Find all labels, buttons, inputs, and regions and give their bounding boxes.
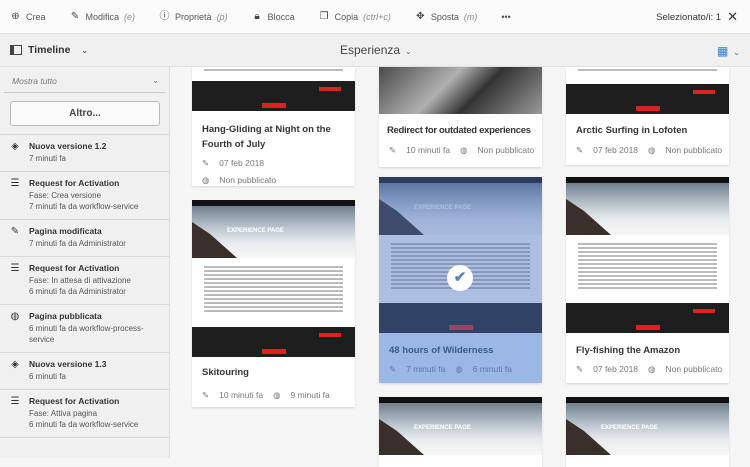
pencil-icon: ✎	[389, 364, 397, 374]
page-card[interactable]: EXPERIENCE PAGE Skitouring ✎ 10 minuti fa…	[192, 200, 355, 407]
card-view-icon: ▦	[716, 44, 729, 58]
more-button[interactable]: •••	[501, 12, 510, 22]
card-thumbnail	[192, 67, 355, 111]
workflow-icon: ☰	[10, 263, 20, 274]
pencil-icon: ✎	[202, 390, 210, 400]
properties-button[interactable]: ⓘ Proprietà (p)	[159, 11, 228, 22]
page-card[interactable]: EXPERIENCE PAGE	[379, 397, 542, 467]
card-thumbnail: EXPERIENCE PAGE	[192, 200, 355, 357]
pencil-icon: ✎	[389, 145, 397, 155]
view-switcher[interactable]: ▦ ⌄	[717, 44, 740, 58]
checkmark-icon: ✔	[447, 265, 473, 291]
layers-icon: ◈	[11, 141, 19, 152]
chevron-down-icon: ⌄	[733, 48, 740, 57]
card-title: Redirect for outdated experiences	[387, 125, 531, 136]
card-title: Skitouring	[202, 367, 249, 378]
edit-button[interactable]: ✎ Modifica (e)	[70, 11, 135, 22]
workflow-icon: ☰	[10, 396, 20, 407]
unpublished-icon: ◍	[648, 145, 656, 155]
create-button[interactable]: ⊕ Crea	[10, 11, 45, 22]
globe-icon: ◍	[10, 311, 20, 322]
page-title[interactable]: Esperienza ⌄	[340, 43, 412, 57]
move-button[interactable]: ✥ Sposta (m)	[415, 11, 477, 22]
load-more-button[interactable]: Altro...	[10, 101, 160, 126]
close-icon[interactable]: ✕	[727, 9, 738, 25]
selection-status: Selezionato/i: 1 ✕	[656, 9, 738, 25]
page-card[interactable]: Arctic Surfing in Lofoten ✎ 07 feb 2018 ◍ N…	[566, 67, 729, 165]
card-title: Arctic Surfing in Lofoten	[576, 125, 688, 136]
globe-icon: ◍	[455, 364, 463, 374]
card-thumbnail: EXPERIENCE PAGE ✔	[379, 177, 542, 333]
pencil-icon: ✎	[70, 11, 80, 22]
rail-toggle[interactable]: Timeline ⌄	[10, 44, 88, 56]
workflow-icon: ☰	[10, 178, 20, 189]
timeline-item[interactable]: ☰ Request for Activation Fase: Attiva pagi…	[0, 390, 169, 438]
plus-circle-icon: ⊕	[11, 11, 20, 22]
card-thumbnail	[566, 67, 729, 114]
card-title: 48 hours of Wilderness	[389, 345, 494, 356]
move-icon: ✥	[416, 11, 425, 22]
pencil-icon: ✎	[202, 158, 210, 168]
page-card-selected[interactable]: EXPERIENCE PAGE ✔ 48 hours of Wilderness…	[379, 177, 542, 383]
page-card[interactable]: Fly-fishing the Amazon ✎ 07 feb 2018 ◍ Non …	[566, 177, 729, 383]
timeline-item[interactable]: ◈ Nuova versione 1.2 7 minuti fa	[0, 135, 169, 172]
timeline-rail: Mostra tutto ⌄ Altro... ◈ Nuova versione 1…	[0, 67, 170, 458]
card-thumbnail: EXPERIENCE PAGE	[566, 397, 729, 467]
unpublished-icon: ◍	[460, 145, 468, 155]
page-card[interactable]: Hang-Gliding at Night on the Fourth of J…	[192, 67, 355, 186]
chevron-down-icon: ⌄	[405, 47, 412, 56]
timeline-item[interactable]: ◍ Pagina pubblicata 6 minuti fa da workflo…	[0, 305, 169, 353]
card-thumbnail	[379, 67, 542, 114]
timeline-filter[interactable]: Mostra tutto ⌄	[4, 67, 165, 93]
timeline-item[interactable]: ◈ Nuova versione 1.3 6 minuti fa	[0, 353, 169, 390]
layers-icon: ◈	[11, 359, 19, 370]
unpublished-icon: ◍	[202, 175, 210, 185]
info-icon: ⓘ	[159, 11, 170, 22]
page-card[interactable]: Redirect for outdated experiences ✎ 10 mi…	[379, 67, 542, 167]
card-thumbnail	[566, 177, 729, 333]
chevron-down-icon: ⌄	[151, 75, 159, 85]
header-bar: Timeline ⌄ Esperienza ⌄ ▦ ⌄	[0, 34, 750, 67]
timeline-item[interactable]: ✎ Pagina modificata 7 minuti fa da Adminis…	[0, 220, 169, 257]
card-thumbnail: EXPERIENCE PAGE	[379, 397, 542, 467]
timeline-list: ◈ Nuova versione 1.2 7 minuti fa ☰ Request …	[0, 134, 169, 438]
lock-icon: 🔒︎	[254, 11, 260, 22]
copy-icon: ❐	[319, 11, 329, 22]
panel-icon	[10, 45, 22, 55]
action-toolbar: ⊕ Crea ✎ Modifica (e) ⓘ Proprietà (p) 🔒︎ Blocc…	[0, 0, 750, 34]
card-title: Fly-fishing the Amazon	[576, 345, 681, 356]
card-title: Hang-Gliding at Night on the Fourth of J…	[202, 124, 331, 150]
timeline-item[interactable]: ☰ Request for Activation Fase: Crea versio…	[0, 172, 169, 220]
timeline-item[interactable]: ☰ Request for Activation Fase: In attesa d…	[0, 257, 169, 305]
unpublished-icon: ◍	[648, 364, 656, 374]
pencil-icon: ✎	[576, 364, 584, 374]
chevron-down-icon: ⌄	[81, 45, 89, 55]
page-card[interactable]: EXPERIENCE PAGE	[566, 397, 729, 467]
copy-button[interactable]: ❐ Copia (ctrl+c)	[319, 11, 391, 22]
pencil-icon: ✎	[10, 226, 20, 237]
lock-button[interactable]: 🔒︎ Blocca	[252, 11, 294, 22]
globe-icon: ◍	[273, 390, 281, 400]
pencil-icon: ✎	[576, 145, 584, 155]
